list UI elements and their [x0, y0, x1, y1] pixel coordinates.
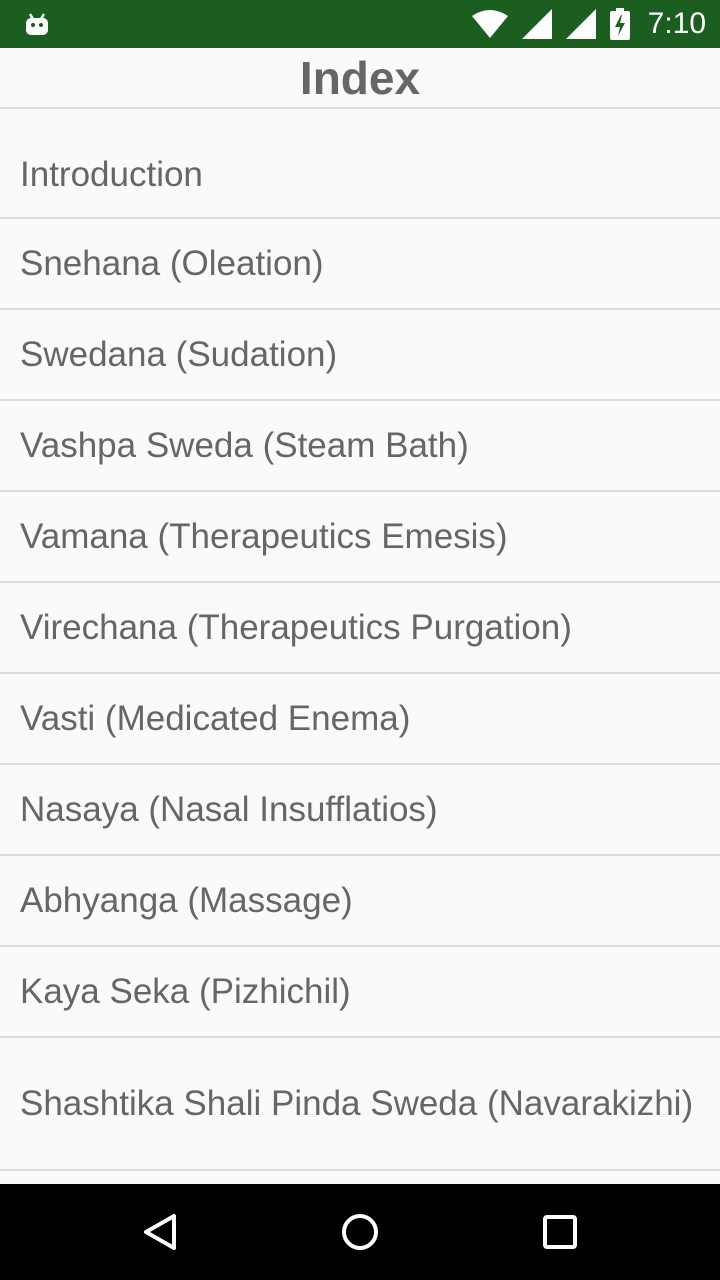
index-list[interactable]: Introduction Snehana (Oleation) Swedana …	[0, 109, 720, 1184]
signal-icon-2	[565, 9, 596, 39]
status-left	[24, 11, 50, 37]
list-item[interactable]: Vasti (Medicated Enema)	[0, 674, 720, 765]
battery-charging-icon	[609, 8, 630, 40]
list-item[interactable]: Vashpa Sweda (Steam Bath)	[0, 401, 720, 492]
recents-icon	[542, 1214, 578, 1250]
status-bar: 7:10	[0, 0, 720, 48]
list-item[interactable]: Abhyanga (Massage)	[0, 856, 720, 947]
status-time: 7:10	[647, 7, 706, 40]
list-item[interactable]: Nasaya (Nasal Insufflatios)	[0, 765, 720, 856]
home-button[interactable]	[320, 1192, 400, 1272]
list-item[interactable]: Kaya Seka (Pizhichil)	[0, 947, 720, 1038]
status-right: 7:10	[471, 7, 706, 41]
home-icon	[340, 1212, 380, 1252]
list-item-label: Introduction	[20, 154, 203, 194]
list-item[interactable]: Vamana (Therapeutics Emesis)	[0, 492, 720, 583]
back-icon	[140, 1212, 180, 1252]
list-item-label: Abhyanga (Massage)	[20, 881, 353, 920]
navigation-bar	[0, 1184, 720, 1280]
list-item-label: Snehana (Oleation)	[20, 244, 324, 283]
list-item[interactable]: Introduction	[0, 109, 720, 219]
list-item[interactable]: Shashtika Shali Pinda Sweda (Navarakizhi…	[0, 1038, 720, 1171]
list-item-label: Swedana (Sudation)	[20, 335, 338, 374]
signal-icon	[521, 9, 552, 39]
list-item-label: Shashtika Shali Pinda Sweda (Navarakizhi…	[20, 1084, 694, 1123]
list-item-label: Vasti (Medicated Enema)	[20, 699, 411, 738]
list-item-label: Nasaya (Nasal Insufflatios)	[20, 790, 438, 829]
list-item-label: Vamana (Therapeutics Emesis)	[20, 517, 508, 556]
list-item[interactable]: Swedana (Sudation)	[0, 310, 720, 401]
list-item-label: Vashpa Sweda (Steam Bath)	[20, 426, 469, 465]
app-header: Index	[0, 48, 720, 109]
wifi-icon	[471, 10, 508, 38]
android-icon	[24, 11, 50, 37]
back-button[interactable]	[120, 1192, 200, 1272]
recents-button[interactable]	[520, 1192, 600, 1272]
page-title: Index	[299, 51, 421, 104]
list-item-label: Kaya Seka (Pizhichil)	[20, 972, 351, 1011]
list-item-label: Virechana (Therapeutics Purgation)	[20, 608, 572, 647]
list-item[interactable]: Snehana (Oleation)	[0, 219, 720, 310]
list-item[interactable]: Virechana (Therapeutics Purgation)	[0, 583, 720, 674]
